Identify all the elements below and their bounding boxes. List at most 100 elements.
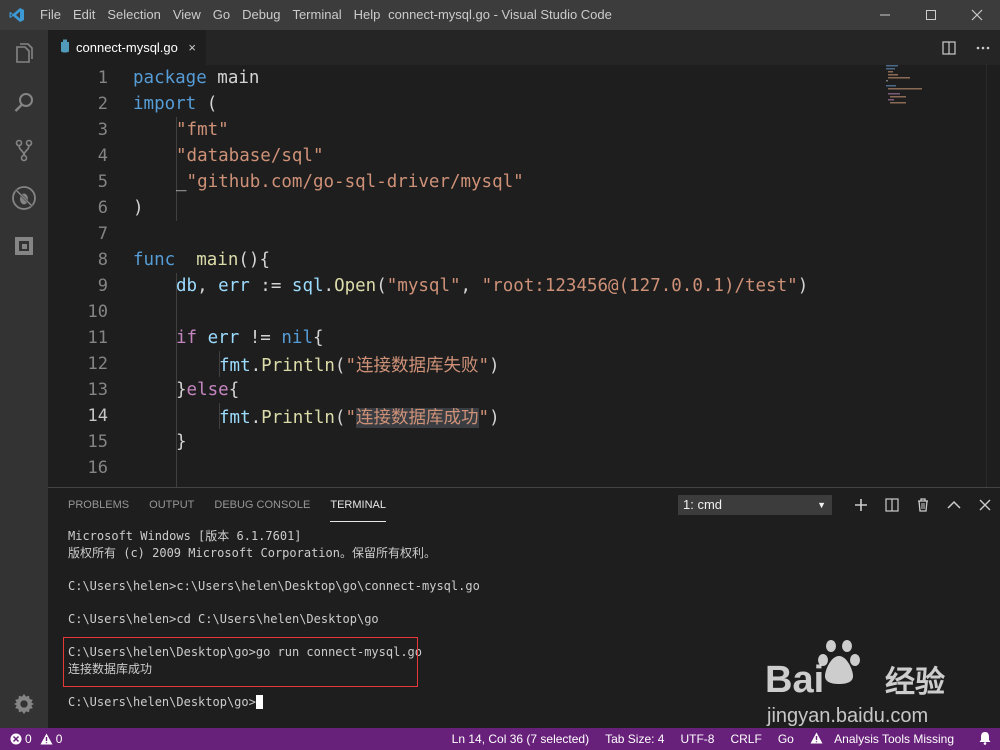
extensions-icon[interactable] — [0, 222, 48, 270]
terminal-prompt-line: C:\Users\helen\Desktop\go> — [68, 694, 480, 711]
line-number: 2 — [97, 94, 108, 114]
code-line: 5 _"github.com/go-sql-driver/mysql" — [48, 169, 908, 195]
code-text: import ( — [133, 94, 218, 114]
code-text: db, err := sql.Open("mysql", "root:12345… — [176, 276, 809, 296]
close-window-button[interactable] — [954, 0, 1000, 30]
activity-bar — [0, 30, 48, 728]
code-line: 10 — [48, 299, 908, 325]
line-number: 3 — [97, 120, 108, 140]
code-line: 16 — [48, 455, 908, 481]
minimap[interactable] — [884, 65, 924, 105]
maximize-panel-icon[interactable] — [938, 488, 969, 522]
code-text: } — [176, 432, 187, 452]
close-panel-icon[interactable] — [969, 488, 1000, 522]
text-selection: 连接数据库成功 — [356, 407, 479, 428]
settings-gear-icon[interactable] — [0, 680, 48, 728]
tab-debug-console[interactable]: DEBUG CONSOLE — [214, 488, 310, 522]
bottom-panel: PROBLEMS OUTPUT DEBUG CONSOLE TERMINAL 1… — [48, 487, 1000, 728]
split-terminal-icon[interactable] — [876, 488, 907, 522]
menu-terminal[interactable]: Terminal — [286, 0, 347, 30]
tab-close-icon[interactable]: × — [188, 40, 196, 55]
go-file-icon — [60, 39, 70, 56]
code-text: fmt.Println("连接数据库失败") — [219, 355, 500, 376]
menu-help[interactable]: Help — [348, 0, 387, 30]
terminal-cursor — [255, 695, 263, 710]
tab-size[interactable]: Tab Size: 4 — [605, 732, 664, 746]
code-text: if err != nil{ — [176, 328, 324, 348]
code-line: 15 } — [48, 429, 908, 455]
line-number: 14 — [87, 406, 108, 426]
warning-icon — [810, 732, 823, 744]
menu-debug[interactable]: Debug — [236, 0, 286, 30]
maximize-button[interactable] — [908, 0, 954, 30]
code-text: package main — [133, 68, 260, 88]
new-terminal-icon[interactable] — [845, 488, 876, 522]
analysis-tools-warning[interactable]: Analysis Tools Missing — [810, 732, 962, 746]
debug-icon[interactable] — [0, 174, 48, 222]
cursor-position[interactable]: Ln 14, Col 36 (7 selected) — [452, 732, 589, 746]
menu-file[interactable]: File — [34, 0, 67, 30]
menu-selection[interactable]: Selection — [101, 0, 166, 30]
source-control-icon[interactable] — [0, 126, 48, 174]
editor-scrollbar[interactable] — [986, 65, 1000, 487]
code-text: }else{ — [176, 380, 240, 400]
code-text: func main(){ — [133, 250, 270, 270]
terminal-line: C:\Users\helen>c:\Users\helen\Desktop\go… — [68, 578, 480, 593]
terminal-line: 版权所有 (c) 2009 Microsoft Corporation。保留所有… — [68, 545, 436, 560]
editor-actions — [932, 30, 1000, 65]
line-number: 16 — [87, 458, 108, 478]
split-editor-icon[interactable] — [932, 30, 966, 65]
language-mode[interactable]: Go — [778, 732, 794, 746]
status-right: Ln 14, Col 36 (7 selected) Tab Size: 4 U… — [444, 728, 1000, 750]
line-number: 9 — [97, 276, 108, 296]
notifications-icon[interactable] — [978, 731, 992, 748]
line-number: 13 — [87, 380, 108, 400]
search-icon[interactable] — [0, 78, 48, 126]
end-of-line[interactable]: CRLF — [730, 732, 761, 746]
line-number: 7 — [97, 224, 108, 244]
error-count: 0 — [25, 732, 32, 746]
tab-connect-mysql-go[interactable]: connect-mysql.go × — [48, 30, 206, 65]
code-text: "database/sql" — [176, 146, 324, 166]
explorer-icon[interactable] — [0, 30, 48, 78]
tab-output[interactable]: OUTPUT — [149, 488, 194, 522]
menu-edit[interactable]: Edit — [67, 0, 101, 30]
tab-terminal[interactable]: TERMINAL — [330, 488, 386, 522]
chevron-down-icon: ▼ — [817, 500, 826, 510]
window-controls — [862, 0, 1000, 30]
title-bar: File Edit Selection View Go Debug Termin… — [0, 0, 1000, 30]
line-number: 11 — [87, 328, 108, 348]
terminal-line: Microsoft Windows [版本 6.1.7601] — [68, 529, 302, 543]
problems-status[interactable]: 0 0 — [0, 732, 62, 746]
terminal-select[interactable]: 1: cmd ▼ — [678, 495, 832, 515]
terminal-prompt: C:\Users\helen\Desktop\go> — [68, 694, 256, 709]
line-number: 6 — [97, 198, 108, 218]
highlight-box — [63, 637, 418, 687]
code-line: 6 ) — [48, 195, 908, 221]
warning-count: 0 — [55, 732, 63, 746]
code-line: 7 — [48, 221, 908, 247]
menu-bar: File Edit Selection View Go Debug Termin… — [34, 0, 386, 30]
tab-problems[interactable]: PROBLEMS — [68, 488, 129, 522]
code-line: 13 }else{ — [48, 377, 908, 403]
code-text: fmt.Println("连接数据库成功") — [219, 407, 500, 428]
status-bar: 0 0 Ln 14, Col 36 (7 selected) Tab Size:… — [0, 728, 1000, 750]
code-line: 1 package main — [48, 65, 908, 91]
file-encoding[interactable]: UTF-8 — [680, 732, 714, 746]
line-number: 4 — [97, 146, 108, 166]
minimize-button[interactable] — [862, 0, 908, 30]
editor-tab-bar: connect-mysql.go × — [48, 30, 1000, 65]
code-line: 8 func main(){ — [48, 247, 908, 273]
terminal-select-value: 1: cmd — [683, 497, 723, 512]
line-number: 10 — [87, 302, 108, 322]
menu-go[interactable]: Go — [207, 0, 236, 30]
more-actions-icon[interactable] — [966, 30, 1000, 65]
code-line: 4 "database/sql" — [48, 143, 908, 169]
trash-icon[interactable] — [907, 488, 938, 522]
line-number: 8 — [97, 250, 108, 270]
code-editor[interactable]: 1 package main 2 import ( 3 "fmt" 4 "dat… — [48, 65, 1000, 487]
line-number: 1 — [97, 68, 108, 88]
menu-view[interactable]: View — [167, 0, 207, 30]
terminal-line: C:\Users\helen>cd C:\Users\helen\Desktop… — [68, 611, 379, 626]
